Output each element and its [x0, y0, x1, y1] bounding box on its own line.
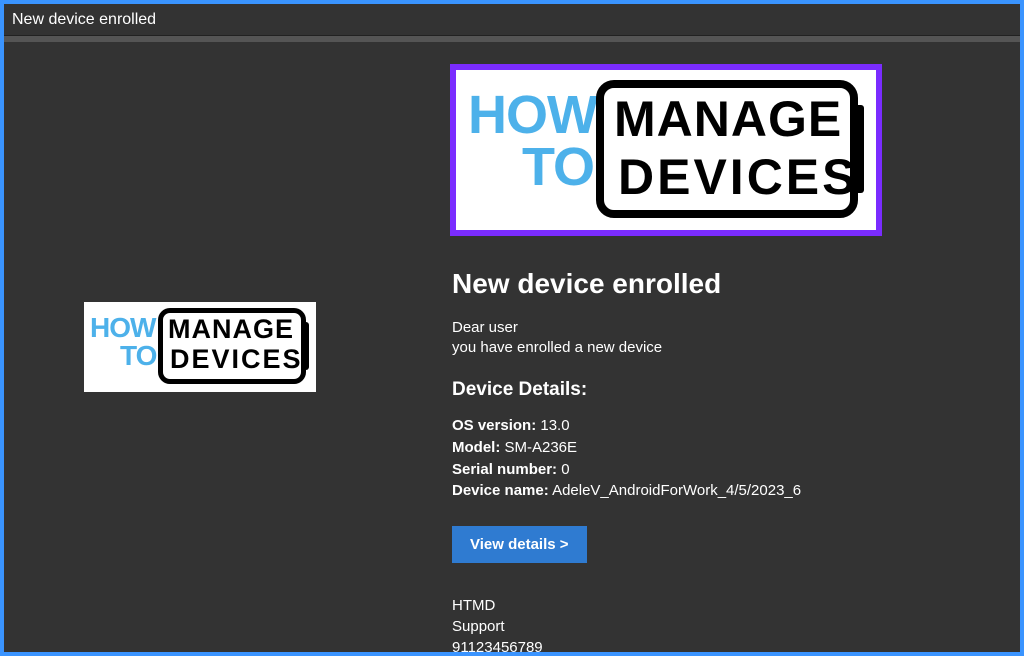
- notification-body: HOW TO MANAGE DEVICES HOW TO MANAGE DEVI…: [4, 42, 1020, 652]
- greeting-line-2: you have enrolled a new device: [452, 338, 972, 358]
- logo-text-manage: MANAGE: [168, 314, 294, 345]
- detail-model: Model: SM-A236E: [452, 437, 972, 459]
- preview-window: New device enrolled HOW TO MANAGE DEVICE…: [4, 4, 1020, 652]
- device-details-heading: Device Details:: [452, 379, 972, 401]
- branding-side-logo-inner: HOW TO MANAGE DEVICES: [84, 302, 316, 392]
- detail-device-name-value: AdeleV_AndroidForWork_4/5/2023_6: [552, 482, 801, 499]
- detail-model-value: SM-A236E: [505, 439, 578, 456]
- detail-os-version: OS version: 13.0: [452, 415, 972, 437]
- notification-heading: New device enrolled: [452, 268, 972, 300]
- window-title: New device enrolled: [12, 11, 156, 29]
- detail-os-version-label: OS version:: [452, 417, 536, 434]
- contact-footer: HTMD Support 91123456789 support@test.co…: [452, 595, 972, 652]
- logo-text-devices: DEVICES: [170, 344, 303, 375]
- detail-serial-label: Serial number:: [452, 461, 557, 478]
- detail-serial-value: 0: [561, 461, 569, 478]
- footer-org: HTMD: [452, 595, 972, 616]
- detail-os-version-value: 13.0: [540, 417, 569, 434]
- footer-phone: 91123456789: [452, 637, 972, 652]
- logo-text-devices: DEVICES: [618, 148, 859, 206]
- view-details-button[interactable]: View details >: [452, 526, 587, 563]
- detail-device-name: Device name: AdeleV_AndroidForWork_4/5/2…: [452, 480, 972, 502]
- detail-model-label: Model:: [452, 439, 500, 456]
- logo-text-manage: MANAGE: [614, 90, 842, 148]
- branding-banner-logo-inner: HOW TO MANAGE DEVICES: [456, 70, 876, 230]
- window-title-bar: New device enrolled: [4, 4, 1020, 36]
- logo-text-to: TO: [522, 136, 594, 198]
- detail-serial: Serial number: 0: [452, 459, 972, 481]
- greeting-line-1: Dear user: [452, 318, 972, 338]
- detail-device-name-label: Device name:: [452, 482, 549, 499]
- notification-content: New device enrolled Dear user you have e…: [452, 268, 972, 652]
- logo-text-to: TO: [120, 340, 156, 372]
- footer-dept: Support: [452, 616, 972, 637]
- branding-banner-logo: HOW TO MANAGE DEVICES: [450, 64, 882, 236]
- branding-side-logo: HOW TO MANAGE DEVICES: [84, 302, 316, 392]
